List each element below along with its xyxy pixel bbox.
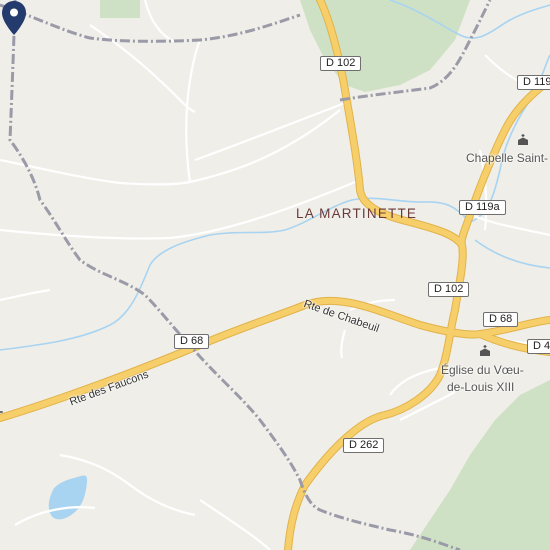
road-shield-edge <box>0 411 3 413</box>
poi-label-eglise-line2[interactable]: de-Louis XIII <box>447 379 514 395</box>
commune-boundary <box>0 3 301 43</box>
forest-area-topleft <box>100 0 140 18</box>
locality-label: LA MARTINETTE <box>296 206 418 221</box>
map-view[interactable]: D 102 D 119 D 119a D 102 D 68 D 46 D 68 … <box>0 0 550 550</box>
location-pin-icon[interactable] <box>0 0 28 36</box>
road-shield-d119-east: D 119 <box>517 75 550 90</box>
minor-road <box>194 101 346 162</box>
road-shield-d46: D 46 <box>527 339 550 354</box>
poi-label-eglise-line1[interactable]: Église du Vœu- <box>441 362 524 378</box>
poi-label-chapelle[interactable]: Chapelle Saint- <box>466 150 548 166</box>
road-shield-d119a: D 119a <box>459 200 506 215</box>
church-icon[interactable] <box>479 345 491 357</box>
minor-road <box>199 499 271 550</box>
road-shield-d102-south: D 102 <box>428 282 470 297</box>
lake <box>48 475 88 520</box>
minor-road <box>0 288 51 302</box>
map-base <box>0 0 550 550</box>
stream-east <box>474 239 550 269</box>
road-shield-d262: D 262 <box>343 438 385 453</box>
road-shield-d68-east: D 68 <box>483 312 519 327</box>
minor-road <box>340 329 347 359</box>
minor-road <box>143 0 176 43</box>
road-shield-d102-north: D 102 <box>320 56 362 71</box>
chapel-icon[interactable] <box>517 134 529 146</box>
minor-road <box>89 24 196 114</box>
minor-road <box>0 109 341 186</box>
road-shield-d68-west: D 68 <box>174 334 210 349</box>
